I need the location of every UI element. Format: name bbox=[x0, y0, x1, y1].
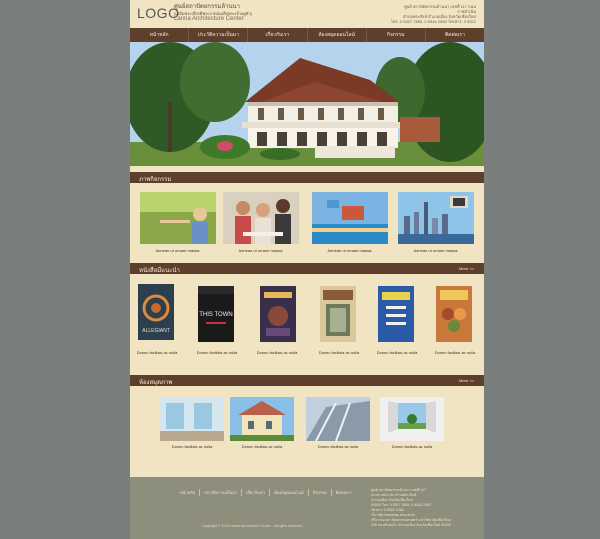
footer-links: หน้าหลัก ประวัติความเป็นมา เกี่ยวกับเรา … bbox=[180, 489, 356, 496]
footer-link-about[interactable]: เกี่ยวกับเรา bbox=[246, 489, 271, 496]
library-more-link[interactable]: More >> bbox=[459, 378, 474, 383]
book-cover-title-2: THIS TOWN bbox=[199, 312, 232, 318]
books-more-link[interactable]: More >> bbox=[459, 266, 474, 271]
books-section-bar: หนังสือมีแนะนำ More >> bbox=[130, 263, 484, 274]
activity-caption-4: Aenean ut ornare massa. bbox=[413, 248, 459, 253]
book-cover-2[interactable]: THIS TOWN bbox=[198, 286, 234, 342]
footer-link-contact[interactable]: ติดต่อเรา bbox=[336, 489, 356, 496]
book-caption-3: Donec facilisis ac nulla bbox=[256, 350, 298, 355]
book-caption-1: Donec facilisis ac nulla bbox=[136, 350, 178, 355]
contact-line: ศูนย์ สถาปัตยกรรมล้านนา เลขที่ 117 ถนนรา… bbox=[404, 4, 476, 14]
footer-link-activities[interactable]: กิจกรรม bbox=[313, 489, 332, 496]
contact-line: โทร. 0 5327 7855, 0 5344 2553 โทรสาร. 0 … bbox=[390, 19, 476, 24]
activity-caption-2: Aenean ut ornare massa. bbox=[238, 248, 284, 253]
book-caption-5: Donec facilisis ac nulla bbox=[376, 350, 418, 355]
activity-caption-1: Aenean ut ornare massa. bbox=[155, 248, 201, 253]
site-name-en: Lanna Architecture Center bbox=[174, 16, 244, 22]
activity-image-2[interactable] bbox=[223, 192, 299, 244]
book-cover-title-1: ALLEGIANT bbox=[142, 328, 170, 334]
site-name-th: ศูนย์สถาปัตยกรรมล้านนา bbox=[174, 4, 240, 10]
footer: หน้าหลัก ประวัติความเป็นมา เกี่ยวกับเรา … bbox=[130, 477, 484, 539]
activity-image-4[interactable] bbox=[398, 192, 474, 244]
header: LOGO ศูนย์สถาปัตยกรรมล้านนา (เฉลิมพระเกี… bbox=[130, 0, 484, 28]
address-line: 239 ถนนห้วยแก้ว อำเภอเมือง จังหวัดเชียงใ… bbox=[371, 523, 451, 527]
book-cover-1[interactable]: ALLEGIANT bbox=[138, 284, 174, 340]
books-title: หนังสือมีแนะนำ bbox=[139, 268, 180, 274]
library-caption-3: Donec facilisis ac nulla bbox=[317, 444, 359, 449]
book-cover-3[interactable] bbox=[260, 286, 296, 342]
library-image-3[interactable] bbox=[306, 397, 370, 441]
book-cover-6[interactable] bbox=[436, 286, 472, 342]
book-caption-4: Donec facilisis ac nulla bbox=[318, 350, 360, 355]
library-image-1[interactable] bbox=[160, 397, 224, 441]
library-image-4[interactable] bbox=[380, 397, 444, 441]
nav-item-history[interactable]: ประวัติความเป็นมา bbox=[189, 28, 249, 42]
footer-link-library[interactable]: ห้องสมุดออนไลน์ bbox=[274, 489, 309, 496]
header-contact: ศูนย์ สถาปัตยกรรมล้านนา เลขที่ 117 ถนนรา… bbox=[386, 4, 476, 24]
library-title: ห้องสมุดภาพ bbox=[139, 380, 173, 386]
library-section-bar: ห้องสมุดภาพ More >> bbox=[130, 375, 484, 386]
activities-title: ภาพกิจกรรม bbox=[139, 177, 172, 183]
library-caption-4: Donec facilisis ac nulla bbox=[391, 444, 433, 449]
footer-link-home[interactable]: หน้าหลัก bbox=[180, 489, 201, 496]
copyright: Copyright © 2013 Lanna Architecture Cent… bbox=[202, 524, 303, 528]
library-caption-2: Donec facilisis ac nulla bbox=[241, 444, 283, 449]
activity-caption-3: Aenean ut ornare massa. bbox=[327, 248, 373, 253]
activity-image-3[interactable] bbox=[312, 192, 388, 244]
nav-item-home[interactable]: หน้าหลัก bbox=[130, 28, 190, 42]
nav-item-contact[interactable]: ติดต่อเรา bbox=[426, 28, 484, 42]
library-caption-1: Donec facilisis ac nulla bbox=[171, 444, 213, 449]
nav-item-about[interactable]: เกี่ยวกับเรา bbox=[248, 28, 308, 42]
book-caption-6: Donec facilisis ac nulla bbox=[434, 350, 476, 355]
book-caption-2: Donec facilisis ac nulla bbox=[196, 350, 238, 355]
main-nav: หน้าหลัก ประวัติความเป็นมา เกี่ยวกับเรา … bbox=[130, 28, 484, 42]
activity-image-1[interactable] bbox=[140, 192, 216, 244]
nav-item-library[interactable]: ห้องสมุดออนไลน์ bbox=[308, 28, 367, 42]
library-image-2[interactable] bbox=[230, 397, 294, 441]
hero-image bbox=[130, 42, 484, 166]
site-name: ศูนย์สถาปัตยกรรมล้านนา (เฉลิมพระเกียรติพ… bbox=[174, 4, 252, 23]
footer-address: ศูนย์ สถาปัตยกรรมล้านนา เลขที่ 117 ถนนรา… bbox=[371, 488, 476, 528]
page-container: LOGO ศูนย์สถาปัตยกรรมล้านนา (เฉลิมพระเกี… bbox=[130, 0, 484, 539]
nav-item-activities[interactable]: กิจกรรม bbox=[367, 28, 426, 42]
activities-section-bar: ภาพกิจกรรม bbox=[130, 172, 484, 183]
book-cover-5[interactable] bbox=[378, 286, 414, 342]
footer-link-history[interactable]: ประวัติความเป็นมา bbox=[204, 489, 243, 496]
book-cover-4[interactable] bbox=[320, 286, 356, 342]
